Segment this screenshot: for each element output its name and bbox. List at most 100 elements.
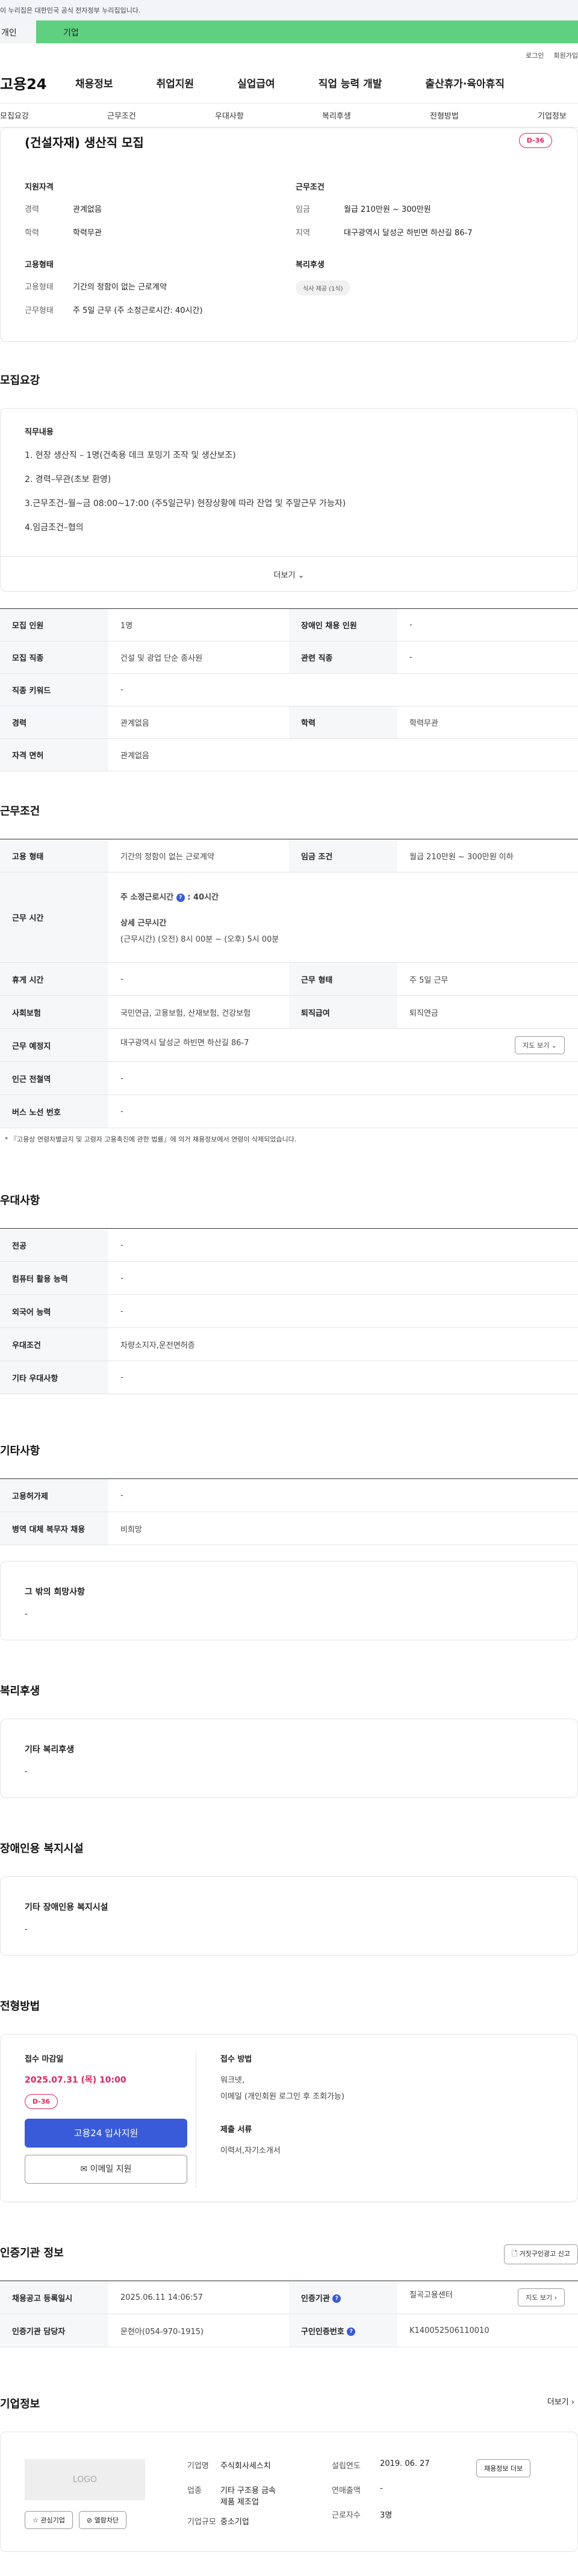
method-heading: 접수 방법 bbox=[220, 2055, 252, 2064]
table-key: 사회보험 bbox=[0, 995, 108, 1029]
table-value: K140052506110010 bbox=[397, 2314, 578, 2347]
star-icon: ☆ bbox=[33, 2516, 39, 2524]
table-value: 국민연금, 고용보험, 산재보험, 건강보험 bbox=[108, 995, 289, 1029]
company-row: 기업규모 중소기업 bbox=[187, 2515, 332, 2527]
chevron-down-icon: ⌄ bbox=[297, 571, 305, 580]
table-key: 장애인 채용 인원 bbox=[289, 608, 397, 641]
company-value: 3명 bbox=[380, 2511, 393, 2520]
table-value: 차량소지자,운전면허증 bbox=[108, 1327, 578, 1361]
table-key: 관련 직종 bbox=[289, 641, 397, 674]
table-row: 전공 - bbox=[0, 1228, 578, 1262]
company-more-label: 더보기 bbox=[547, 2398, 569, 2407]
report-button[interactable]: 🗋 거짓구인광고 신고 bbox=[504, 2244, 578, 2264]
more-button[interactable]: 더보기 ⌄ bbox=[1, 556, 577, 591]
subnav-welfare[interactable]: 복리후생 bbox=[322, 110, 351, 121]
table-row: 고용 형태 기간의 정함이 없는 근로계약 임금 조건 월급 210만원 ~ 3… bbox=[0, 839, 578, 873]
welfare-card: 기타 복리후생 - bbox=[0, 1719, 578, 1798]
summary-key: 학력 bbox=[25, 229, 39, 238]
subnav-work[interactable]: 근무조건 bbox=[107, 110, 136, 121]
info-icon[interactable]: ? bbox=[332, 2294, 341, 2303]
menu-training[interactable]: 직업 능력 개발 bbox=[319, 75, 382, 90]
menu-parental-leave[interactable]: 출산휴가·육아휴직 bbox=[425, 75, 505, 90]
map-button[interactable]: 지도 보기 ⌄ bbox=[515, 1036, 565, 1054]
condition-block: 근무조건 임금 월급 210만원 ~ 300만원 지역 대구광역시 달성군 하빈면 … bbox=[296, 181, 548, 238]
table-row: 사회보험 국민연금, 고용보험, 산재보험, 건강보험 퇴직급여 퇴직연금 bbox=[0, 995, 578, 1029]
company-logo-col: LOGO ☆ 관심기업 ⊘ 열람차단 bbox=[25, 2459, 187, 2529]
company-jobs-button[interactable]: 채용정보 더보 bbox=[476, 2459, 531, 2477]
table-key: 병역 대체 복무자 채용 bbox=[0, 1512, 108, 1545]
login-link[interactable]: 로그인 bbox=[526, 51, 544, 63]
tab-personal[interactable]: 개인 bbox=[0, 20, 36, 43]
company-key: 설립연도 bbox=[332, 2462, 361, 2471]
company-more-link[interactable]: 더보기 › bbox=[547, 2395, 574, 2407]
summary-value: 월급 210만원 ~ 300만원 bbox=[344, 205, 431, 214]
table-value: 1명 bbox=[108, 608, 289, 641]
company-value: 2019. 06. 27 bbox=[380, 2459, 430, 2468]
qualification-block: 지원자격 경력 관계없음 학력 학력무관 bbox=[25, 181, 296, 238]
employment-heading: 고용형태 bbox=[25, 261, 54, 270]
job-summary-card: (건설자재) 생산직 모집 D-36 지원자격 경력 관계없음 학력 학력무관 고용… bbox=[0, 128, 578, 342]
table-value: - bbox=[108, 1478, 578, 1512]
table-key: 기타 우대사항 bbox=[0, 1361, 108, 1394]
disabled-card: 기타 장애인용 복지시설 - bbox=[0, 1876, 578, 1956]
member-type-tabs: 개인 기업 bbox=[0, 20, 578, 43]
summary-value: 주 5일 근무 (주 소정근로시간: 40시간) bbox=[73, 306, 203, 315]
tab-company[interactable]: 기업 bbox=[36, 20, 578, 43]
site-logo[interactable]: 고용24 bbox=[0, 72, 75, 93]
pref-table: 전공 - 컴퓨터 활용 능력 - 외국어 능력 - 우대조건 차량소지자,운전면허증 기… bbox=[0, 1228, 578, 1394]
deadline-value: 2025.07.31 (목) 10:00 bbox=[25, 2075, 126, 2085]
table-key: 인증기관 담당자 bbox=[0, 2314, 108, 2347]
company-value: 주식회사세스치 bbox=[220, 2462, 271, 2471]
menu-employment-support[interactable]: 취업지원 bbox=[157, 75, 194, 90]
table-row: 근무 예정지 대구광역시 달성군 하빈면 하산길 86-7 지도 보기 ⌄ bbox=[0, 1028, 578, 1062]
subnav-pref[interactable]: 우대사항 bbox=[215, 110, 244, 121]
menu-jobs[interactable]: 채용정보 bbox=[75, 75, 113, 90]
condition-heading: 근무조건 bbox=[296, 183, 325, 192]
subnav-apply[interactable]: 전형방법 bbox=[430, 110, 459, 121]
method-value: 워크넷, bbox=[220, 2076, 245, 2085]
utility-bar: 로그인 회원가입 bbox=[0, 43, 578, 63]
method-value: 이메일 (개인회원 로그인 후 조회가능) bbox=[220, 2092, 345, 2101]
page-bottom-spacer bbox=[0, 2552, 578, 2576]
table-row: 외국어 능력 - bbox=[0, 1294, 578, 1328]
table-value: 퇴직연금 bbox=[397, 995, 578, 1029]
summary-value: 기간의 정함이 없는 근로계약 bbox=[73, 283, 167, 292]
table-row: 인증기관 담당자 문현아(054-970-1915) 구인인증번호 ? K140… bbox=[0, 2314, 578, 2347]
report-button-label: 거짓구인광고 신고 bbox=[519, 2250, 570, 2258]
company-info-col: 기업명 주식회사세스치 업종 기타 구조용 금속 제품 제조업 기업규모 중소기업 bbox=[187, 2459, 332, 2527]
table-key: 버스 노선 번호 bbox=[0, 1095, 108, 1128]
table-key: 컴퓨터 활용 능력 bbox=[0, 1261, 108, 1295]
menu-unemployment[interactable]: 실업급여 bbox=[237, 75, 275, 90]
summary-key: 경력 bbox=[25, 205, 39, 214]
apply-button[interactable]: 고용24 입사지원 bbox=[25, 2119, 187, 2148]
join-link[interactable]: 회원가입 bbox=[554, 51, 578, 63]
table-key: 인증기관 ? bbox=[289, 2281, 397, 2314]
company-row: 설립연도 2019. 06. 27 bbox=[332, 2459, 476, 2471]
block-company-button[interactable]: ⊘ 열람차단 bbox=[78, 2511, 127, 2529]
org-cell: 칠곡고용센터 지도 보기 › bbox=[397, 2281, 578, 2314]
table-row: 버스 노선 번호 - bbox=[0, 1095, 578, 1128]
apply-card: 접수 마감일 2025.07.31 (목) 10:00 D-36 고용24 입사… bbox=[0, 2034, 578, 2202]
subnav-company[interactable]: 기업정보 bbox=[538, 110, 567, 121]
favorite-company-button[interactable]: ☆ 관심기업 bbox=[25, 2511, 73, 2529]
duty-heading: 직무내용 bbox=[25, 428, 54, 437]
table-row: 고용허가제 - bbox=[0, 1478, 578, 1512]
welfare-block: 복리후생 식사 제공 (1식) bbox=[296, 258, 548, 295]
summary-key: 임금 bbox=[296, 205, 310, 214]
table-value: 관계없음 bbox=[108, 706, 289, 739]
info-icon[interactable]: ? bbox=[347, 2327, 356, 2336]
favorite-label: 관심기업 bbox=[40, 2516, 65, 2524]
summary-value: 대구광역시 달성군 하빈면 하산길 86-7 bbox=[344, 229, 473, 238]
work-table: 고용 형태 기간의 정함이 없는 근로계약 임금 조건 월급 210만원 ~ 3… bbox=[0, 839, 578, 1128]
table-row: 컴퓨터 활용 능력 - bbox=[0, 1261, 578, 1295]
email-apply-button[interactable]: ✉ 이메일 지원 bbox=[25, 2155, 187, 2184]
duty-line: 3.근무조건–월~금 08:00~17:00 (주5일근무) 현장상황에 따라 … bbox=[25, 499, 346, 508]
info-icon[interactable]: ? bbox=[176, 893, 185, 902]
industry-line: 기타 구조용 금속 bbox=[220, 2486, 276, 2495]
subnav-recruit[interactable]: 모집요강 bbox=[0, 110, 29, 121]
table-value: - bbox=[108, 1261, 578, 1295]
docs-heading: 제출 서류 bbox=[220, 2125, 252, 2134]
table-row: 채용공고 등록일시 2025.06.11 14:06:57 인증기관 ? 칠곡고… bbox=[0, 2281, 578, 2314]
dday-badge: D-36 bbox=[518, 133, 552, 148]
org-map-button[interactable]: 지도 보기 › bbox=[518, 2288, 565, 2306]
